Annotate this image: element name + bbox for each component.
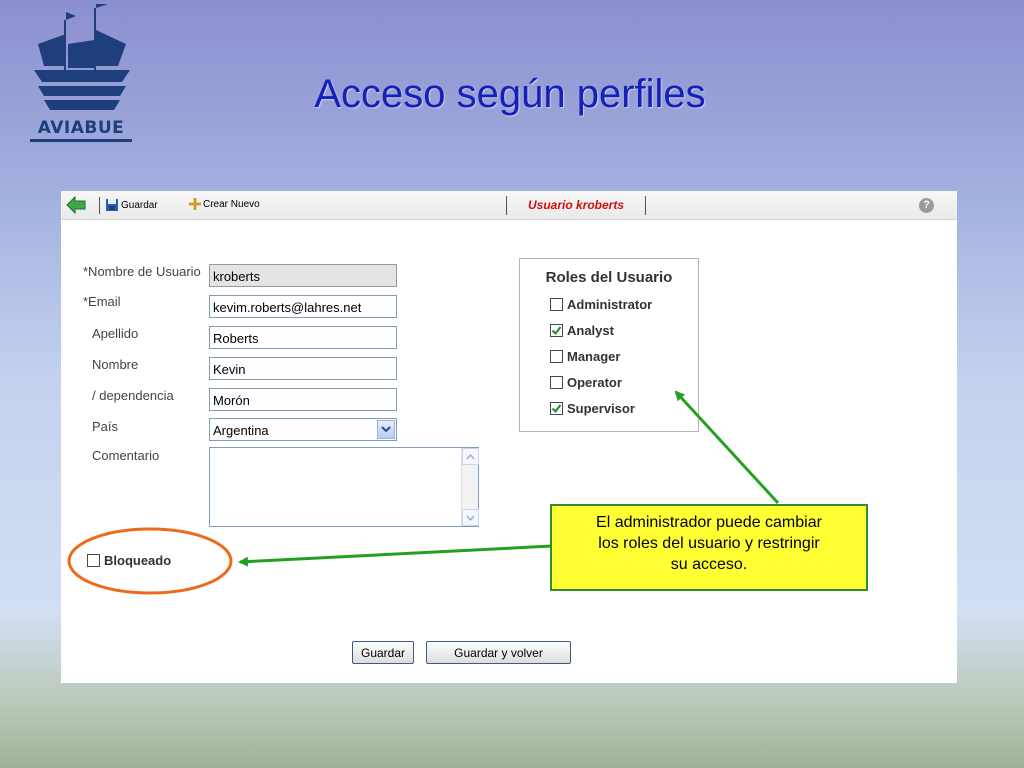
label-comment: Comentario xyxy=(92,448,160,463)
callout-line-1: El administrador puede cambiar xyxy=(596,514,822,531)
blocked-label: Bloqueado xyxy=(104,553,172,568)
role-label: Supervisor xyxy=(567,401,635,416)
toolbar-save-button[interactable]: Guardar xyxy=(105,198,158,212)
blocked-checkbox-row[interactable]: Bloqueado xyxy=(87,553,171,568)
label-department: / dependencia xyxy=(92,388,174,403)
role-checkbox[interactable] xyxy=(550,376,563,389)
toolbar-save-label: Guardar xyxy=(121,199,158,211)
role-label: Manager xyxy=(567,349,621,364)
label-email: *Email xyxy=(83,294,121,309)
role-supervisor[interactable]: Supervisor xyxy=(550,401,635,416)
country-value: Argentina xyxy=(213,423,269,438)
username-field: kroberts xyxy=(209,264,397,287)
role-analyst[interactable]: Analyst xyxy=(550,323,614,338)
scroll-down-icon[interactable] xyxy=(462,509,479,526)
annotation-callout: El administrador puede cambiar los roles… xyxy=(550,504,868,591)
label-country: País xyxy=(92,419,119,434)
lastname-field[interactable]: Roberts xyxy=(209,326,397,349)
toolbar-create-label: Crear Nuevo xyxy=(203,198,260,210)
country-select[interactable]: Argentina xyxy=(209,418,397,441)
slide-title: Acceso según perfiles xyxy=(314,72,706,116)
label-firstname: Nombre xyxy=(92,357,139,372)
user-title: Usuario kroberts xyxy=(506,196,646,215)
firstname-field[interactable]: Kevin xyxy=(209,357,397,380)
roles-title: Roles del Usuario xyxy=(545,269,673,286)
plus-icon xyxy=(189,198,201,210)
role-checkbox[interactable] xyxy=(550,402,563,415)
chevron-down-icon[interactable] xyxy=(377,420,395,439)
question-icon[interactable]: ? xyxy=(919,198,934,213)
toolbar-separator xyxy=(99,197,100,214)
role-label: Analyst xyxy=(567,323,614,338)
role-checkbox[interactable] xyxy=(550,350,563,363)
label-username: *Nombre de Usuario xyxy=(83,264,201,279)
role-operator[interactable]: Operator xyxy=(550,375,622,390)
comment-textarea[interactable] xyxy=(209,447,479,527)
save-button[interactable]: Guardar xyxy=(352,641,414,664)
role-checkbox[interactable] xyxy=(550,298,563,311)
floppy-disk-icon xyxy=(106,199,118,211)
toolbar-create-button[interactable]: Crear Nuevo xyxy=(189,198,260,210)
comment-scrollbar[interactable] xyxy=(461,448,479,526)
role-checkbox[interactable] xyxy=(550,324,563,337)
role-manager[interactable]: Manager xyxy=(550,349,620,364)
label-lastname: Apellido xyxy=(92,326,139,341)
back-button[interactable] xyxy=(65,195,87,215)
email-field[interactable]: kevim.roberts@lahres.net xyxy=(209,295,397,318)
save-and-back-button[interactable]: Guardar y volver xyxy=(426,641,571,664)
roles-box: Roles del Usuario Administrator Analyst … xyxy=(519,258,699,432)
department-field[interactable]: Morón xyxy=(209,388,397,411)
callout-line-3: su acceso. xyxy=(670,556,748,573)
logo-text: AVIABUE xyxy=(30,118,132,142)
role-label: Operator xyxy=(567,375,622,390)
arrow-left-icon xyxy=(66,195,86,215)
scroll-up-icon[interactable] xyxy=(462,448,479,465)
toolbar: Guardar Crear Nuevo Usuario kroberts ? xyxy=(61,191,957,220)
blocked-checkbox[interactable] xyxy=(87,554,100,567)
role-administrator[interactable]: Administrator xyxy=(550,297,652,312)
user-edit-panel: Guardar Crear Nuevo Usuario kroberts ? *… xyxy=(61,191,957,683)
callout-line-2: los roles del usuario y restringir xyxy=(598,535,820,552)
role-label: Administrator xyxy=(567,297,653,312)
